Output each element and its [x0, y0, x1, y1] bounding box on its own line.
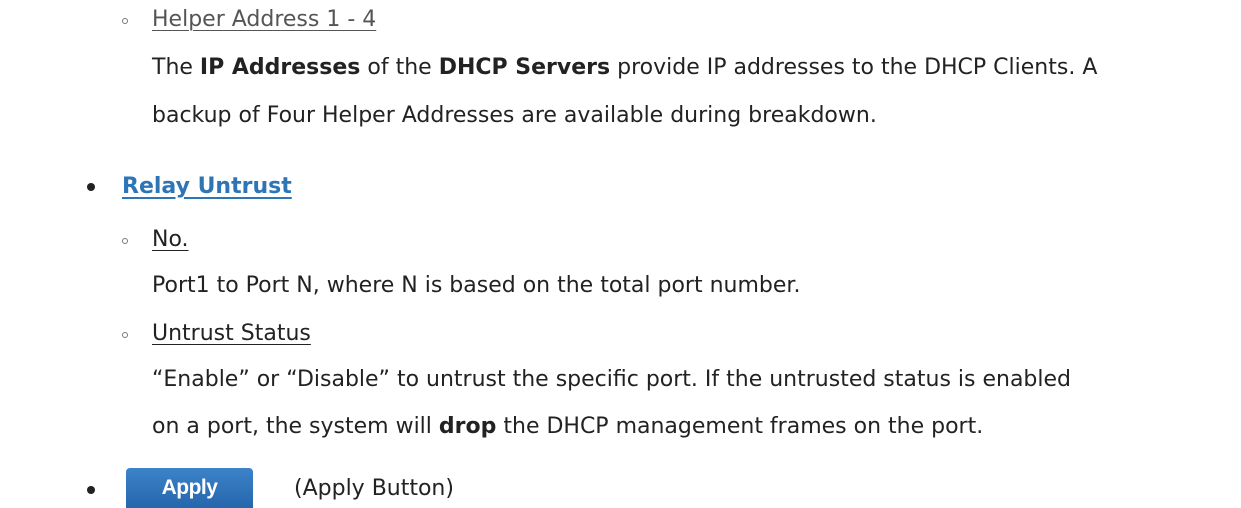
helper-address-desc-line1: The IP Addresses of the DHCP Servers pro…: [152, 55, 1098, 80]
helper-address-desc-line2: backup of Four Helper Addresses are avai…: [152, 103, 877, 128]
drop-bold: drop: [438, 414, 497, 439]
untrust-status-title: Untrust Status: [152, 321, 311, 346]
apply-button-caption: (Apply Button): [294, 476, 454, 501]
sub-bullet: [122, 238, 128, 244]
helper-address-title: Helper Address 1 - 4: [152, 7, 377, 32]
dhcp-servers-bold: DHCP Servers: [438, 55, 611, 80]
sub-bullet: [122, 332, 128, 338]
no-title: No.: [152, 227, 189, 252]
bullet: [87, 486, 95, 494]
apply-button[interactable]: Apply: [126, 468, 253, 508]
relay-untrust-link[interactable]: Relay Untrust: [122, 171, 292, 203]
untrust-status-desc-line2: on a port, the system will drop the DHCP…: [152, 414, 984, 439]
sub-bullet: [122, 18, 128, 24]
bullet: [87, 183, 95, 191]
no-desc: Port1 to Port N, where N is based on the…: [152, 273, 801, 298]
ip-addresses-bold: IP Addresses: [199, 55, 361, 80]
untrust-status-desc-line1: “Enable” or “Disable” to untrust the spe…: [152, 367, 1072, 392]
